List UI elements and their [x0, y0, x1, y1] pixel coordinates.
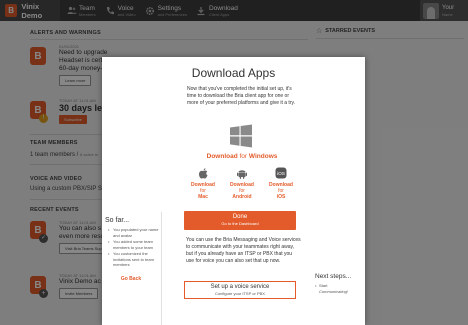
- download-ios-line3: iOS: [276, 194, 286, 200]
- next-steps-title: Next steps...: [315, 273, 352, 280]
- next-step-start: Start: [319, 283, 328, 288]
- done-button-sub: Go to the Dashboard: [221, 221, 259, 226]
- download-mac-link[interactable]: Download for Mac: [187, 167, 219, 200]
- voice-service-info: You can use the Bria Messaging and Voice…: [186, 237, 301, 264]
- modal-title: Download Apps: [191, 66, 276, 80]
- ios-icon: iOS: [265, 167, 297, 179]
- done-button-label: Done: [232, 214, 248, 220]
- modal-intro-text: Now that you've completed the initial se…: [187, 86, 296, 106]
- next-step-communicating: Communicating!: [319, 288, 348, 294]
- download-windows-label: Windows: [248, 153, 278, 160]
- next-step-item: StartCommunicating!: [315, 283, 365, 294]
- so-far-title: So far...: [105, 217, 130, 224]
- so-far-item: You populated your name and avatar: [108, 227, 160, 238]
- next-steps: Next steps... StartCommunicating!: [315, 273, 365, 294]
- done-button[interactable]: Done Go to the Dashboard: [184, 211, 296, 230]
- setup-voice-label: Set up a voice service: [210, 284, 270, 290]
- download-windows-for: for: [239, 153, 248, 160]
- so-far-item: You customized the invitations sent to t…: [108, 251, 160, 268]
- so-far-item: You added some team members to your team: [108, 239, 160, 250]
- apple-icon: [187, 167, 219, 179]
- download-windows-prefix: Download: [206, 153, 238, 160]
- setup-voice-service-button[interactable]: Set up a voice service Configure your IT…: [184, 281, 296, 299]
- windows-icon[interactable]: [229, 124, 253, 148]
- download-windows-link[interactable]: Download for Windows: [187, 153, 297, 160]
- go-back-link[interactable]: Go Back: [102, 276, 160, 282]
- download-apps-modal: Download Apps Now that you've completed …: [102, 57, 365, 325]
- download-mac-line3: Mac: [198, 194, 208, 200]
- platform-list: Download for Mac Download for Android iO…: [187, 167, 297, 200]
- download-android-link[interactable]: Download for Android: [226, 167, 258, 200]
- progress-summary: So far... You populated your name and av…: [102, 217, 160, 269]
- download-android-line3: Android: [232, 194, 252, 200]
- setup-voice-sub: Configure your ITSP or PBX: [215, 291, 265, 296]
- android-icon: [226, 167, 258, 179]
- svg-text:iOS: iOS: [277, 171, 285, 177]
- download-ios-link[interactable]: iOS Download for iOS: [265, 167, 297, 200]
